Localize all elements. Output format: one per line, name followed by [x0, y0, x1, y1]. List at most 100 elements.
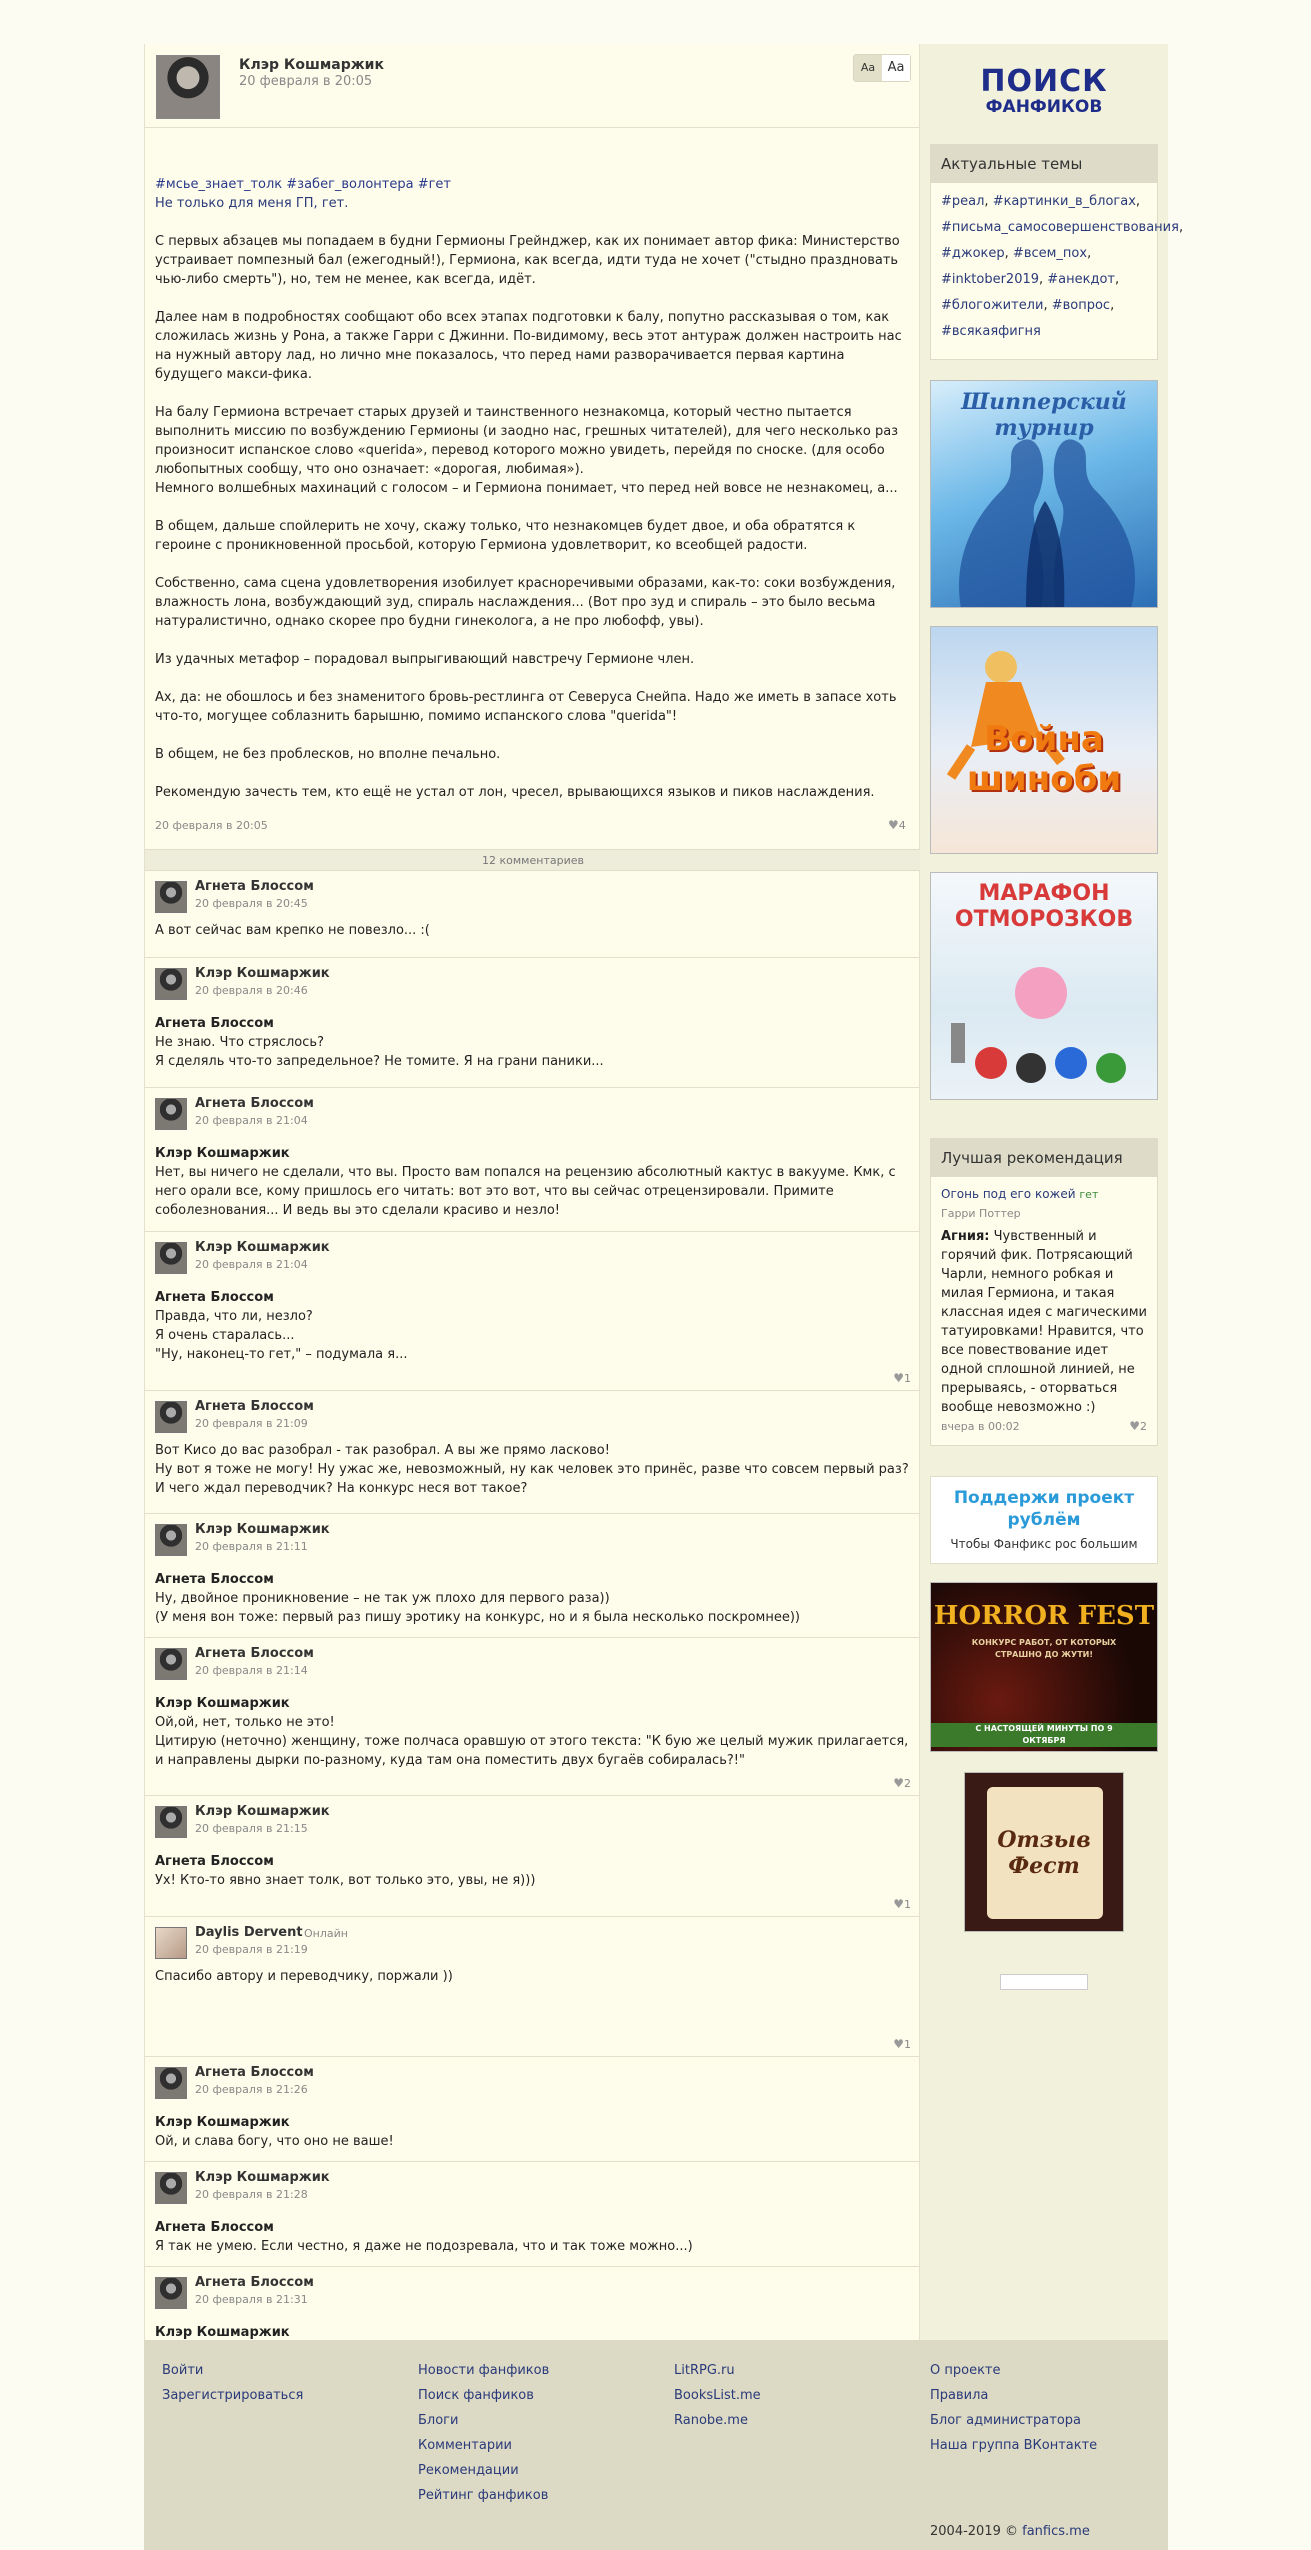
- comment-author[interactable]: Агнета Блоссом: [195, 1646, 314, 1661]
- topic-tag[interactable]: #картинки_в_блогах: [993, 194, 1136, 209]
- post-tags[interactable]: #мсье_знает_толк #забег_волонтера #гет: [155, 175, 907, 194]
- comment-text: Агнета Блоссом Не знаю. Что стряслось? Я с…: [155, 1014, 911, 1071]
- footer-link[interactable]: Наша группа ВКонтакте: [930, 2433, 1097, 2458]
- comment-likes[interactable]: ♥1: [893, 2037, 911, 2051]
- comment-avatar[interactable]: [155, 968, 187, 1000]
- banner-art: [959, 439, 1136, 607]
- reply-to-name[interactable]: Агнета Блоссом: [155, 1852, 911, 1871]
- reply-to-name[interactable]: Агнета Блоссом: [155, 1014, 911, 1033]
- topic-tag[interactable]: #реал: [941, 194, 984, 209]
- post-date: 20 февраля в 20:05: [239, 74, 373, 89]
- best-recommendation-box: Лучшая рекомендация Огонь под его кожей …: [930, 1138, 1158, 1446]
- topic-tag[interactable]: #вопрос: [1052, 298, 1110, 313]
- footer-link[interactable]: Новости фанфиков: [418, 2358, 549, 2383]
- topic-tag[interactable]: #анекдот: [1047, 272, 1115, 287]
- comment-author[interactable]: Агнета Блоссом: [195, 2275, 314, 2290]
- topic-tag[interactable]: #джокер: [941, 246, 1005, 261]
- comment-author[interactable]: Клэр Кошмаржик: [195, 1522, 330, 1537]
- comment-text: Агнета Блоссом Правда, что ли, незло? Я оч…: [155, 1288, 911, 1364]
- support-project-button[interactable]: Поддержи проект рублём Чтобы Фанфикс рос…: [930, 1476, 1158, 1564]
- reply-to-name[interactable]: Агнета Блоссом: [155, 1570, 911, 1589]
- comment-author[interactable]: Агнета Блоссом: [195, 1096, 314, 1111]
- reply-to-name[interactable]: Клэр Кошмаржик: [155, 1694, 911, 1713]
- topic-tag[interactable]: #всякаяфигня: [941, 324, 1041, 339]
- reply-to-name[interactable]: Клэр Кошмаржик: [155, 1144, 911, 1163]
- comment-date: 20 февраля в 21:14: [195, 1664, 308, 1677]
- topic-tag[interactable]: #inktober2019: [941, 272, 1039, 287]
- rec-genre: гет: [1079, 1188, 1099, 1201]
- comment-avatar[interactable]: [155, 1401, 187, 1433]
- comment-avatar[interactable]: [155, 881, 187, 913]
- reply-to-name[interactable]: Агнета Блоссом: [155, 2218, 911, 2237]
- footer-link[interactable]: LitRPG.ru: [674, 2358, 761, 2383]
- heart-icon: ♥: [893, 2037, 904, 2051]
- comment-avatar[interactable]: [155, 2277, 187, 2309]
- font-small-button[interactable]: Aa: [854, 55, 882, 81]
- post-paragraph: С первых абзацев мы попадаем в будни Гер…: [155, 234, 900, 287]
- comment-author[interactable]: Клэр Кошмаржик: [195, 1240, 330, 1255]
- rec-fandom[interactable]: Гарри Поттер: [941, 1204, 1147, 1223]
- comment-author[interactable]: Клэр Кошмаржик: [195, 1804, 330, 1819]
- post-paragraph: Не только для меня ГП, гет.: [155, 196, 349, 211]
- comment-likes[interactable]: ♥1: [893, 1897, 911, 1911]
- comment-author[interactable]: Агнета Блоссом: [195, 879, 314, 894]
- site-link[interactable]: fanfics.me: [1022, 2524, 1090, 2539]
- footer-link[interactable]: Поиск фанфиков: [418, 2383, 549, 2408]
- comment-likes[interactable]: ♥1: [893, 1371, 911, 1385]
- footer-link[interactable]: Правила: [930, 2383, 1097, 2408]
- banner-review-fest[interactable]: Отзыв Фест: [964, 1772, 1124, 1932]
- font-large-button[interactable]: Aa: [882, 55, 910, 81]
- post-author[interactable]: Клэр Кошмаржик: [239, 57, 384, 73]
- comment-item: Агнета Блоссом 20 февраля в 21:26 Клэр Кош…: [145, 2057, 921, 2162]
- reply-to-name[interactable]: Агнета Блоссом: [155, 1288, 911, 1307]
- comment-likes[interactable]: ♥2: [893, 1776, 911, 1790]
- heart-icon: ♥: [1129, 1419, 1140, 1433]
- comment-line: А вот сейчас вам крепко не повезло... :(: [155, 923, 430, 938]
- footer-link[interactable]: Комментарии: [418, 2433, 549, 2458]
- reply-to-name[interactable]: Клэр Кошмаржик: [155, 2113, 911, 2132]
- comment-avatar[interactable]: [155, 2172, 187, 2204]
- comment-avatar[interactable]: [155, 2067, 187, 2099]
- footer-link[interactable]: Рекомендации: [418, 2458, 549, 2483]
- rec-author[interactable]: Агния:: [941, 1229, 990, 1244]
- footer-link[interactable]: BooksList.me: [674, 2383, 761, 2408]
- comment-avatar[interactable]: [155, 1927, 187, 1959]
- comment-avatar[interactable]: [155, 1806, 187, 1838]
- comment-avatar[interactable]: [155, 1648, 187, 1680]
- comment-avatar[interactable]: [155, 1098, 187, 1130]
- comment-author[interactable]: Клэр Кошмаржик: [195, 966, 330, 981]
- footer-link[interactable]: Ranobe.me: [674, 2408, 761, 2433]
- counter-widget[interactable]: [1000, 1974, 1088, 1990]
- topics-list: #реал, #картинки_в_блогах, #письма_самос…: [941, 194, 1184, 339]
- comment-avatar[interactable]: [155, 1242, 187, 1274]
- footer-link[interactable]: Войти: [162, 2358, 303, 2383]
- rec-fic-link[interactable]: Огонь под его кожей: [941, 1187, 1076, 1201]
- topic-tag[interactable]: #блогожители: [941, 298, 1043, 313]
- comment-date: 20 февраля в 21:15: [195, 1822, 308, 1835]
- topic-tag[interactable]: #всем_пох: [1013, 246, 1087, 261]
- site-logo[interactable]: ПОИСК ФАНФИКОВ: [920, 64, 1168, 117]
- banner-horror-fest[interactable]: HORROR FEST КОНКУРС РАБОТ, ОТ КОТОРЫХ СТ…: [930, 1582, 1158, 1752]
- banner-frostbite-marathon[interactable]: МАРАФОН ОТМОРОЗКОВ: [930, 872, 1158, 1100]
- comment-author[interactable]: Агнета Блоссом: [195, 2065, 314, 2080]
- comment-author[interactable]: Агнета Блоссом: [195, 1399, 314, 1414]
- footer-link[interactable]: О проекте: [930, 2358, 1097, 2383]
- comments-count: 12 комментариев: [145, 849, 921, 871]
- comment-avatar[interactable]: [155, 1524, 187, 1556]
- topic-tag[interactable]: #письма_самосовершенствования: [941, 220, 1179, 235]
- rec-likes[interactable]: ♥2: [1129, 1417, 1147, 1436]
- comment-author[interactable]: Клэр Кошмаржик: [195, 2170, 330, 2185]
- topics-box: Актуальные темы #реал, #картинки_в_блога…: [930, 144, 1184, 360]
- footer-link[interactable]: Рейтинг фанфиков: [418, 2483, 549, 2508]
- footer-link[interactable]: Блоги: [418, 2408, 549, 2433]
- comment-author[interactable]: Daylis Dervent: [195, 1925, 303, 1940]
- main-column: Клэр Кошмаржик 20 февраля в 20:05 Aa Aa …: [144, 44, 921, 2359]
- comment-item: Клэр Кошмаржик 20 февраля в 21:28 Агнета Б…: [145, 2162, 921, 2267]
- footer-link[interactable]: Зарегистрироваться: [162, 2383, 303, 2408]
- banner-shipper-tournament[interactable]: Шипперский турнир: [930, 380, 1158, 608]
- banner-shinobi-war[interactable]: Война шиноби: [930, 626, 1158, 854]
- comment-item: Агнета Блоссом 20 февраля в 21:04 Клэр Кош…: [145, 1088, 921, 1232]
- author-avatar[interactable]: [156, 55, 220, 119]
- post-likes[interactable]: ♥4: [888, 818, 906, 832]
- footer-link[interactable]: Блог администратора: [930, 2408, 1097, 2433]
